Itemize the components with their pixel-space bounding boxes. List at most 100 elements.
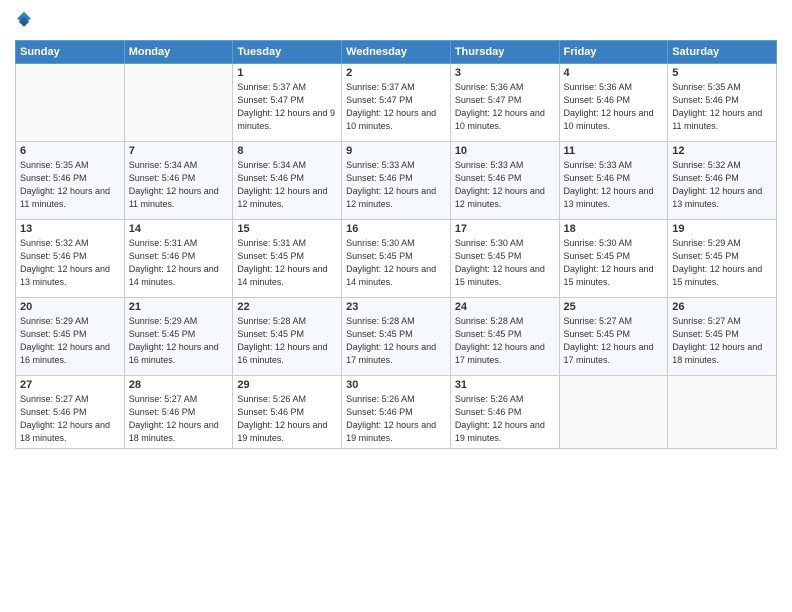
day-info: Sunrise: 5:35 AM Sunset: 5:46 PM Dayligh…	[20, 159, 120, 211]
day-info: Sunrise: 5:30 AM Sunset: 5:45 PM Dayligh…	[455, 237, 555, 289]
day-number: 5	[672, 67, 772, 79]
calendar-cell: 19Sunrise: 5:29 AM Sunset: 5:45 PM Dayli…	[668, 220, 777, 298]
calendar-cell: 26 Sunrise: 5:27 AM Sunset: 5:45 PM Dayli…	[668, 298, 777, 376]
day-number: 8	[237, 145, 337, 157]
day-info: Sunrise: 5:30 AM Sunset: 5:45 PM Dayligh…	[346, 237, 446, 289]
day-info: Sunrise: 5:32 AM Sunset: 5:46 PM Dayligh…	[672, 159, 772, 211]
calendar-cell: 13 Sunrise: 5:32 AM Sunset: 5:46 PM Dayli…	[16, 220, 125, 298]
calendar-cell	[124, 64, 233, 142]
calendar-cell: 28 Sunrise: 5:27 AM Sunset: 5:46 PM Dayli…	[124, 376, 233, 449]
calendar-cell: 31 Sunrise: 5:26 AM Sunset: 5:46 PM Dayli…	[450, 376, 559, 449]
calendar-cell: 22 Sunrise: 5:28 AM Sunset: 5:45 PM Dayli…	[233, 298, 342, 376]
day-header-wednesday: Wednesday	[342, 41, 451, 64]
day-number: 27	[20, 379, 120, 391]
day-number: 25	[564, 301, 664, 313]
day-header-thursday: Thursday	[450, 41, 559, 64]
day-info: Sunrise: 5:26 AM Sunset: 5:46 PM Dayligh…	[237, 393, 337, 445]
day-number: 18	[564, 223, 664, 235]
day-number: 15	[237, 223, 337, 235]
day-number: 28	[129, 379, 229, 391]
day-info: Sunrise: 5:36 AM Sunset: 5:46 PM Dayligh…	[564, 81, 664, 133]
calendar-week-row: 1 Sunrise: 5:37 AM Sunset: 5:47 PM Daylig…	[16, 64, 777, 142]
day-number: 7	[129, 145, 229, 157]
day-info: Sunrise: 5:37 AM Sunset: 5:47 PM Dayligh…	[346, 81, 446, 133]
day-header-saturday: Saturday	[668, 41, 777, 64]
day-number: 1	[237, 67, 337, 79]
day-info: Sunrise: 5:29 AM Sunset: 5:45 PM Dayligh…	[129, 315, 229, 367]
day-info: Sunrise: 5:29 AM Sunset: 5:45 PM Dayligh…	[672, 237, 772, 289]
calendar-cell: 21 Sunrise: 5:29 AM Sunset: 5:45 PM Dayli…	[124, 298, 233, 376]
calendar-cell: 15 Sunrise: 5:31 AM Sunset: 5:45 PM Dayli…	[233, 220, 342, 298]
logo	[15, 10, 37, 32]
day-number: 9	[346, 145, 446, 157]
day-number: 14	[129, 223, 229, 235]
day-number: 12	[672, 145, 772, 157]
calendar-cell: 16 Sunrise: 5:30 AM Sunset: 5:45 PM Dayli…	[342, 220, 451, 298]
calendar-cell: 1 Sunrise: 5:37 AM Sunset: 5:47 PM Daylig…	[233, 64, 342, 142]
day-info: Sunrise: 5:34 AM Sunset: 5:46 PM Dayligh…	[237, 159, 337, 211]
day-info: Sunrise: 5:28 AM Sunset: 5:45 PM Dayligh…	[455, 315, 555, 367]
day-info: Sunrise: 5:33 AM Sunset: 5:46 PM Dayligh…	[564, 159, 664, 211]
calendar-cell	[559, 376, 668, 449]
day-number: 31	[455, 379, 555, 391]
calendar-cell: 10Sunrise: 5:33 AM Sunset: 5:46 PM Dayli…	[450, 142, 559, 220]
day-info: Sunrise: 5:31 AM Sunset: 5:45 PM Dayligh…	[237, 237, 337, 289]
day-header-monday: Monday	[124, 41, 233, 64]
day-number: 11	[564, 145, 664, 157]
day-info: Sunrise: 5:27 AM Sunset: 5:45 PM Dayligh…	[564, 315, 664, 367]
day-info: Sunrise: 5:32 AM Sunset: 5:46 PM Dayligh…	[20, 237, 120, 289]
calendar-cell: 9 Sunrise: 5:33 AM Sunset: 5:46 PM Daylig…	[342, 142, 451, 220]
calendar-cell: 7 Sunrise: 5:34 AM Sunset: 5:46 PM Daylig…	[124, 142, 233, 220]
day-info: Sunrise: 5:34 AM Sunset: 5:46 PM Dayligh…	[129, 159, 229, 211]
calendar-cell: 4 Sunrise: 5:36 AM Sunset: 5:46 PM Daylig…	[559, 64, 668, 142]
day-info: Sunrise: 5:29 AM Sunset: 5:45 PM Dayligh…	[20, 315, 120, 367]
calendar-cell: 18Sunrise: 5:30 AM Sunset: 5:45 PM Dayli…	[559, 220, 668, 298]
day-number: 4	[564, 67, 664, 79]
day-info: Sunrise: 5:27 AM Sunset: 5:45 PM Dayligh…	[672, 315, 772, 367]
day-info: Sunrise: 5:26 AM Sunset: 5:46 PM Dayligh…	[455, 393, 555, 445]
day-header-tuesday: Tuesday	[233, 41, 342, 64]
day-number: 10	[455, 145, 555, 157]
day-number: 21	[129, 301, 229, 313]
calendar-cell: 5Sunrise: 5:35 AM Sunset: 5:46 PM Daylig…	[668, 64, 777, 142]
calendar-week-row: 20 Sunrise: 5:29 AM Sunset: 5:45 PM Dayli…	[16, 298, 777, 376]
calendar-cell: 2 Sunrise: 5:37 AM Sunset: 5:47 PM Daylig…	[342, 64, 451, 142]
day-number: 29	[237, 379, 337, 391]
calendar-cell: 11 Sunrise: 5:33 AM Sunset: 5:46 PM Dayli…	[559, 142, 668, 220]
day-number: 6	[20, 145, 120, 157]
day-header-friday: Friday	[559, 41, 668, 64]
day-number: 26	[672, 301, 772, 313]
header	[15, 10, 777, 32]
day-info: Sunrise: 5:27 AM Sunset: 5:46 PM Dayligh…	[129, 393, 229, 445]
calendar-cell: 23Sunrise: 5:28 AM Sunset: 5:45 PM Dayli…	[342, 298, 451, 376]
day-info: Sunrise: 5:27 AM Sunset: 5:46 PM Dayligh…	[20, 393, 120, 445]
page: SundayMondayTuesdayWednesdayThursdayFrid…	[0, 0, 792, 612]
day-info: Sunrise: 5:36 AM Sunset: 5:47 PM Dayligh…	[455, 81, 555, 133]
day-number: 2	[346, 67, 446, 79]
logo-icon	[15, 10, 33, 32]
calendar-cell: 3 Sunrise: 5:36 AM Sunset: 5:47 PM Daylig…	[450, 64, 559, 142]
day-header-sunday: Sunday	[16, 41, 125, 64]
day-number: 17	[455, 223, 555, 235]
day-number: 20	[20, 301, 120, 313]
day-info: Sunrise: 5:26 AM Sunset: 5:46 PM Dayligh…	[346, 393, 446, 445]
day-number: 3	[455, 67, 555, 79]
calendar-week-row: 13 Sunrise: 5:32 AM Sunset: 5:46 PM Dayli…	[16, 220, 777, 298]
day-number: 23	[346, 301, 446, 313]
calendar-week-row: 6 Sunrise: 5:35 AM Sunset: 5:46 PM Daylig…	[16, 142, 777, 220]
day-info: Sunrise: 5:33 AM Sunset: 5:46 PM Dayligh…	[346, 159, 446, 211]
calendar-cell: 20 Sunrise: 5:29 AM Sunset: 5:45 PM Dayli…	[16, 298, 125, 376]
day-number: 30	[346, 379, 446, 391]
day-number: 16	[346, 223, 446, 235]
day-info: Sunrise: 5:31 AM Sunset: 5:46 PM Dayligh…	[129, 237, 229, 289]
calendar-cell: 17 Sunrise: 5:30 AM Sunset: 5:45 PM Dayli…	[450, 220, 559, 298]
day-info: Sunrise: 5:37 AM Sunset: 5:47 PM Dayligh…	[237, 81, 337, 133]
day-info: Sunrise: 5:28 AM Sunset: 5:45 PM Dayligh…	[237, 315, 337, 367]
day-number: 22	[237, 301, 337, 313]
calendar-cell: 6 Sunrise: 5:35 AM Sunset: 5:46 PM Daylig…	[16, 142, 125, 220]
calendar-cell: 30 Sunrise: 5:26 AM Sunset: 5:46 PM Dayli…	[342, 376, 451, 449]
calendar-cell: 8 Sunrise: 5:34 AM Sunset: 5:46 PM Daylig…	[233, 142, 342, 220]
day-number: 13	[20, 223, 120, 235]
calendar-cell	[16, 64, 125, 142]
calendar-cell: 14 Sunrise: 5:31 AM Sunset: 5:46 PM Dayli…	[124, 220, 233, 298]
